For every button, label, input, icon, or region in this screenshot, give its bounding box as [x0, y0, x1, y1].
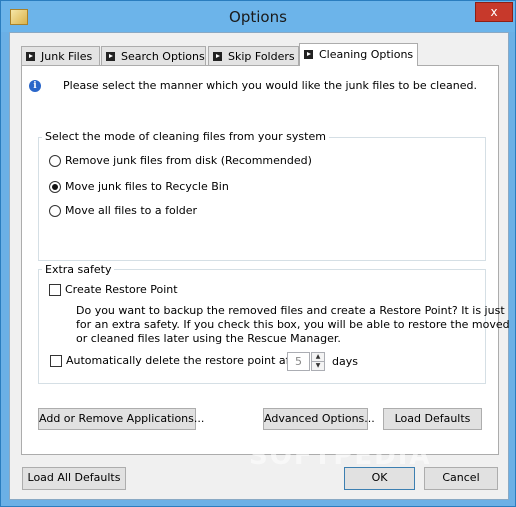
- dialog-body: Junk Files Search Options Skip Folders C…: [9, 32, 510, 500]
- tab-label: Junk Files: [41, 50, 93, 63]
- arrow-icon: [213, 51, 222, 61]
- title-bar[interactable]: Options x: [1, 1, 515, 32]
- auto-delete-label[interactable]: Automatically delete the restore point a…: [66, 354, 305, 367]
- arrow-icon: [106, 51, 115, 61]
- move-to-folder-label[interactable]: Move all files to a folder: [65, 204, 197, 217]
- load-defaults-button[interactable]: Load Defaults: [383, 408, 482, 430]
- restore-point-description-line: Do you want to backup the removed files …: [76, 304, 505, 317]
- tab-label: Cleaning Options: [319, 48, 414, 61]
- tab-search-options[interactable]: Search Options: [101, 46, 206, 65]
- restore-point-description-line: for an extra safety. If you check this b…: [76, 318, 510, 331]
- extra-safety-group-title: Extra safety: [42, 263, 115, 276]
- tab-cleaning-options[interactable]: Cleaning Options: [299, 43, 418, 66]
- add-remove-applications-button[interactable]: Add or Remove Applications...: [38, 408, 204, 430]
- auto-delete-checkbox[interactable]: [50, 355, 62, 367]
- days-down-button[interactable]: ▼: [311, 361, 325, 371]
- tab-junk-files[interactable]: Junk Files: [21, 46, 100, 65]
- cleaning-mode-group-title: Select the mode of cleaning files from y…: [42, 130, 329, 143]
- advanced-options-button[interactable]: Advanced Options...: [263, 408, 375, 430]
- info-icon: i: [29, 80, 41, 92]
- watermark: SOFTPEDIA: [249, 441, 432, 471]
- remove-from-disk-label[interactable]: Remove junk files from disk (Recommended…: [65, 154, 312, 167]
- info-text: Please select the manner which you would…: [63, 79, 477, 92]
- move-to-recycle-bin-label[interactable]: Move junk files to Recycle Bin: [65, 180, 229, 193]
- days-unit-label: days: [332, 355, 358, 368]
- move-to-folder-radio[interactable]: [49, 205, 61, 217]
- create-restore-point-checkbox[interactable]: [49, 284, 61, 296]
- tab-label: Search Options: [121, 50, 205, 63]
- options-window: Options x Junk Files Search Options Skip…: [0, 0, 516, 507]
- load-all-defaults-button[interactable]: Load All Defaults: [22, 467, 126, 490]
- days-input[interactable]: 5: [287, 352, 310, 371]
- restore-point-description-line: or cleaned files later using the Rescue …: [76, 332, 341, 345]
- window-title: Options: [229, 8, 287, 26]
- move-to-recycle-bin-radio[interactable]: [49, 181, 61, 193]
- create-restore-point-label[interactable]: Create Restore Point: [65, 283, 178, 296]
- tab-skip-folders[interactable]: Skip Folders: [208, 46, 299, 65]
- cancel-button[interactable]: Cancel: [424, 467, 498, 490]
- remove-from-disk-radio[interactable]: [49, 155, 61, 167]
- close-button[interactable]: x: [475, 2, 513, 22]
- tab-label: Skip Folders: [228, 50, 295, 63]
- arrow-icon: [26, 51, 35, 61]
- arrow-icon: [304, 49, 313, 59]
